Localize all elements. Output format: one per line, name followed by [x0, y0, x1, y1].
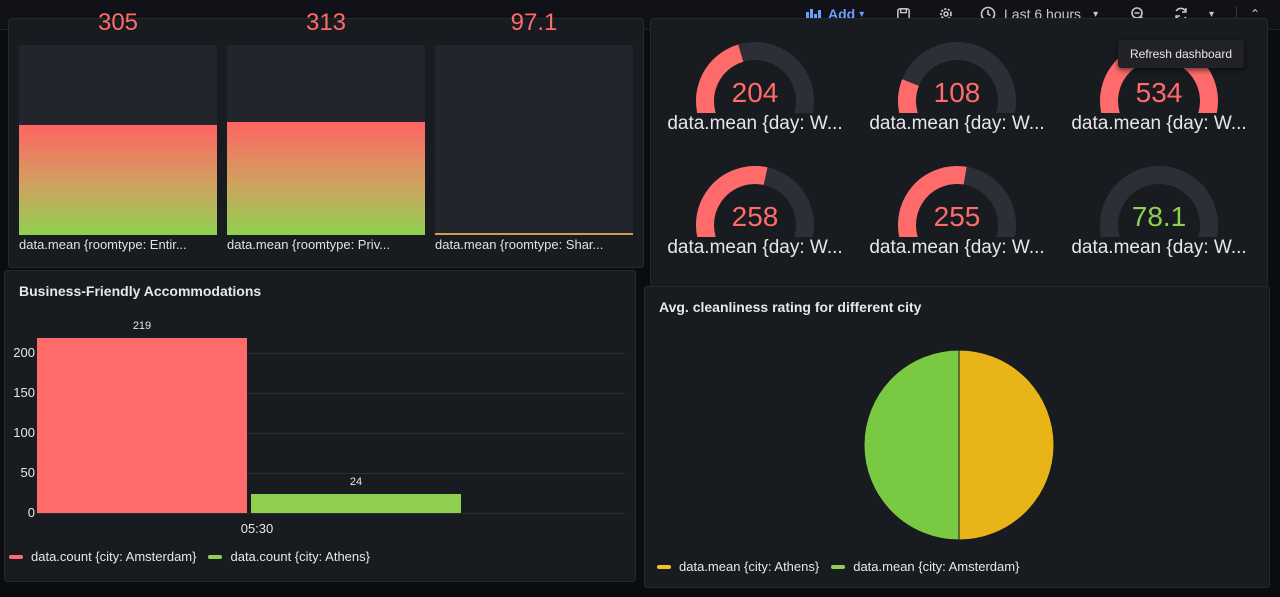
bar-gauge-fill	[227, 122, 425, 235]
legend-item-amsterdam[interactable]: data.count {city: Amsterdam}	[9, 549, 196, 564]
business-friendly-panel: Business-Friendly Accommodations 0 50 100 1…	[4, 270, 636, 582]
roomtype-bar-gauge-panel: 305 data.mean {roomtype: Entir... 313 data.…	[8, 9, 644, 269]
bar-gauge-label: data.mean {roomtype: Entir...	[19, 237, 187, 252]
y-axis-tick: 200	[13, 345, 35, 360]
panel-title: Business-Friendly Accommodations	[19, 283, 262, 299]
gauge-value: 258	[731, 201, 779, 232]
legend-label: data.mean {city: Athens}	[679, 559, 820, 574]
gauge-value: 534	[1135, 77, 1183, 108]
chart-legend: data.mean {city: Athens} data.mean {city…	[657, 559, 1031, 574]
bar-data-label: 219	[132, 319, 152, 332]
bar-gauge-track	[19, 45, 217, 235]
x-axis-tick: 05:30	[240, 521, 274, 536]
bar[interactable]	[251, 493, 461, 513]
legend-swatch	[831, 564, 846, 569]
gauge-value: 108	[933, 77, 981, 108]
bar-gauge-baseline	[435, 233, 633, 235]
bar-gauge-item[interactable]: 97.1 data.mean {roomtype: Shar...	[435, 9, 633, 269]
legend-label: data.mean {city: Amsterdam}	[853, 559, 1020, 574]
legend-item-amsterdam[interactable]: data.mean {city: Amsterdam}	[831, 559, 1019, 574]
gauge[interactable]: 204 data.mean {day: W...	[655, 33, 855, 143]
legend-item-athens[interactable]: data.mean {city: Athens}	[657, 559, 819, 574]
gauge-label: data.mean {day: W...	[667, 113, 843, 134]
y-axis-tick: 150	[13, 385, 35, 400]
legend-swatch	[9, 554, 23, 559]
gauge[interactable]: 78.1 data.mean {day: W...	[1059, 157, 1259, 267]
gauge-value: 204	[731, 77, 779, 108]
bar-gauge-label: data.mean {roomtype: Priv...	[227, 237, 391, 252]
bar-gauge-value: 313	[305, 9, 347, 36]
pie-slice[interactable]	[863, 349, 960, 541]
legend-label: data.count {city: Athens}	[230, 549, 370, 564]
bar-gauge-item[interactable]: 305 data.mean {roomtype: Entir...	[19, 9, 217, 269]
gauge[interactable]: 258 data.mean {day: W...	[655, 157, 855, 267]
bar-gauge-value: 305	[97, 9, 139, 36]
gauge-label: data.mean {day: W...	[869, 237, 1045, 258]
gauge-label: data.mean {day: W...	[667, 237, 843, 258]
bar-gauge-track	[435, 45, 633, 235]
y-axis-tick: 0	[27, 505, 35, 520]
legend-label: data.count {city: Amsterdam}	[31, 549, 197, 564]
bar-gauge-fill	[19, 124, 217, 235]
pie-svg	[863, 349, 1055, 541]
legend-swatch	[657, 564, 671, 569]
grid-line	[37, 513, 625, 514]
bar[interactable]	[37, 337, 247, 513]
panel-title: Avg. cleanliness rating for different ci…	[659, 299, 922, 315]
bar-gauge-label: data.mean {roomtype: Shar...	[435, 237, 604, 252]
gauge-value: 78.1	[1131, 201, 1187, 232]
legend-swatch	[208, 554, 223, 559]
gauge[interactable]: 108 data.mean {day: W...	[857, 33, 1057, 143]
bar-gauge-value: 97.1	[510, 9, 558, 36]
y-axis-tick: 50	[20, 465, 35, 480]
pie-slice[interactable]	[958, 349, 1055, 541]
chart-legend: data.count {city: Amsterdam} data.count …	[9, 549, 382, 564]
gauge-value: 255	[933, 201, 981, 232]
bar-data-label: 24	[349, 475, 363, 488]
gauge-label: data.mean {day: W...	[869, 113, 1045, 134]
bar-gauge-item[interactable]: 313 data.mean {roomtype: Priv...	[227, 9, 425, 269]
bar-gauge-track	[227, 45, 425, 235]
gauge[interactable]: 255 data.mean {day: W...	[857, 157, 1057, 267]
cleanliness-pie-panel: Avg. cleanliness rating for different ci…	[644, 286, 1270, 588]
refresh-tooltip: Refresh dashboard	[1118, 40, 1244, 68]
y-axis-tick: 100	[13, 425, 35, 440]
legend-item-athens[interactable]: data.count {city: Athens}	[208, 549, 370, 564]
gauge-label: data.mean {day: W...	[1071, 237, 1247, 258]
gauge-label: data.mean {day: W...	[1071, 113, 1247, 134]
